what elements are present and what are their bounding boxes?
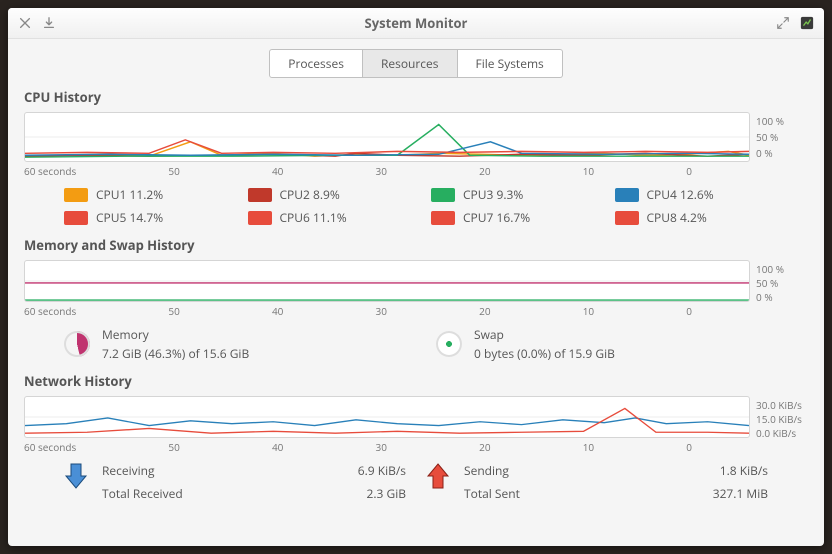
close-icon[interactable] — [18, 16, 32, 30]
memory-pie-icon — [64, 331, 90, 357]
x-0: 0 — [686, 164, 692, 178]
legend-cpu4[interactable]: CPU4 12.6% — [615, 186, 769, 203]
cpu-section-title: CPU History — [24, 88, 808, 106]
swatch-icon — [64, 188, 88, 202]
memory-usage[interactable]: Memory 7.2 GiB (46.3%) of 15.6 GiB — [64, 326, 396, 362]
app-window: System Monitor Processes Resources File … — [8, 8, 824, 546]
swatch-icon — [615, 211, 639, 225]
x-20: 20 — [479, 164, 490, 178]
swatch-icon — [64, 211, 88, 225]
y-100: 100 % — [756, 114, 808, 128]
legend-cpu5[interactable]: CPU5 14.7% — [64, 209, 218, 226]
y-50: 50 % — [756, 130, 808, 144]
x-60: 60 seconds — [24, 164, 76, 178]
recv-total: 2.3 GiB — [367, 485, 407, 502]
swatch-icon — [431, 188, 455, 202]
tab-processes[interactable]: Processes — [269, 49, 363, 78]
cpu-legend: CPU1 11.2% CPU2 8.9% CPU3 9.3% CPU4 12.6… — [24, 178, 808, 234]
legend-cpu6[interactable]: CPU6 11.1% — [248, 209, 402, 226]
cpu-chart — [24, 112, 750, 162]
legend-cpu1[interactable]: CPU1 11.2% — [64, 186, 218, 203]
titlebar: System Monitor — [8, 8, 824, 39]
x-30: 30 — [376, 164, 387, 178]
net-chart — [24, 396, 750, 438]
x-40: 40 — [272, 164, 283, 178]
window-title: System Monitor — [56, 14, 776, 32]
maximize-icon[interactable] — [776, 16, 790, 30]
legend-cpu8[interactable]: CPU8 4.2% — [615, 209, 769, 226]
x-50: 50 — [168, 164, 179, 178]
swatch-icon — [615, 188, 639, 202]
status-icon[interactable] — [800, 16, 814, 30]
swatch-icon — [431, 211, 455, 225]
y-0: 0 % — [756, 146, 808, 160]
net-section-title: Network History — [24, 372, 808, 390]
up-arrow-icon — [426, 462, 450, 490]
tab-resources[interactable]: Resources — [363, 49, 458, 78]
mem-chart — [24, 260, 750, 302]
recv-rate: 6.9 KiB/s — [358, 462, 406, 479]
down-arrow-icon — [64, 462, 88, 490]
send-rate: 1.8 KiB/s — [720, 462, 768, 479]
legend-cpu3[interactable]: CPU3 9.3% — [431, 186, 585, 203]
content: CPU History 60 seconds 50 40 30 20 — [8, 86, 824, 546]
send-total: 327.1 MiB — [713, 485, 768, 502]
network-sending: Sending1.8 KiB/s Total Sent327.1 MiB — [426, 462, 768, 502]
x-10: 10 — [583, 164, 594, 178]
mem-section-title: Memory and Swap History — [24, 236, 808, 254]
swap-usage[interactable]: Swap 0 bytes (0.0%) of 15.9 GiB — [436, 326, 768, 362]
tab-file-systems[interactable]: File Systems — [458, 49, 563, 78]
network-receiving: Receiving6.9 KiB/s Total Received2.3 GiB — [64, 462, 406, 502]
legend-cpu7[interactable]: CPU7 16.7% — [431, 209, 585, 226]
legend-cpu2[interactable]: CPU2 8.9% — [248, 186, 402, 203]
swatch-icon — [248, 188, 272, 202]
download-icon[interactable] — [42, 16, 56, 30]
swap-pie-icon — [436, 331, 462, 357]
tab-bar: Processes Resources File Systems — [8, 39, 824, 86]
swatch-icon — [248, 211, 272, 225]
